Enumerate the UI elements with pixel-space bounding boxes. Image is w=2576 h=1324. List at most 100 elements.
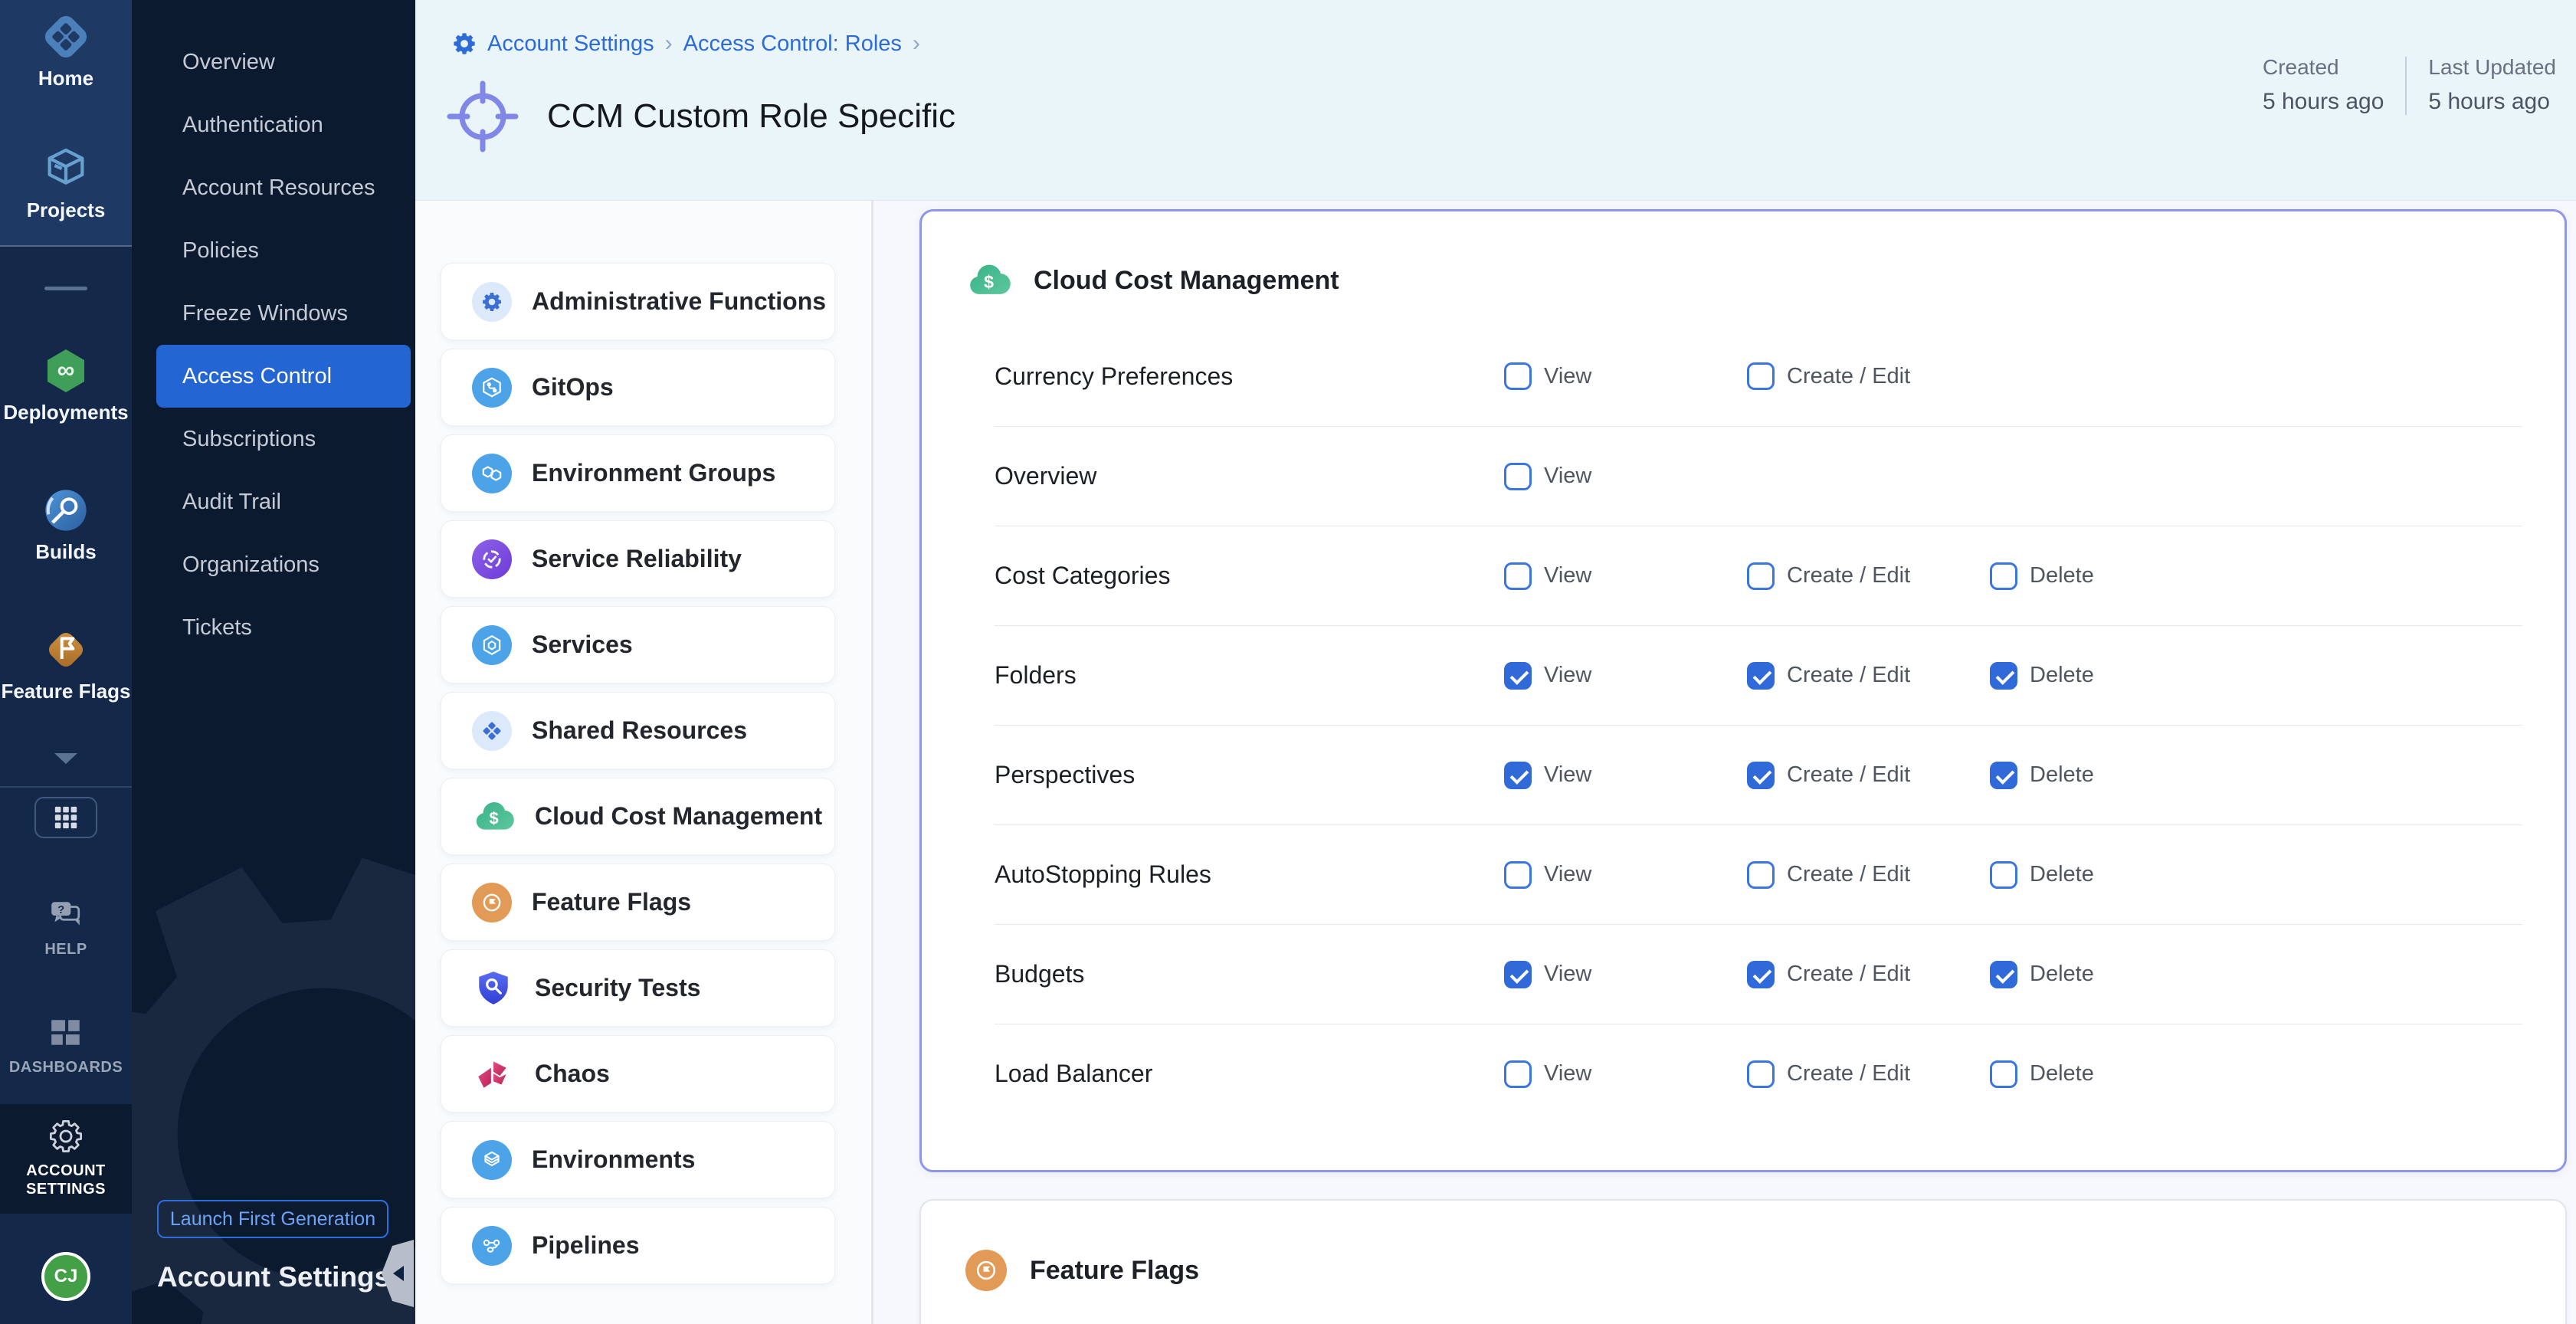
category-icon-wrap xyxy=(472,282,512,322)
permission-row-label: Overview xyxy=(995,462,1504,490)
perm-cell-view: View xyxy=(1504,762,1747,789)
checkbox-delete[interactable] xyxy=(1990,861,2017,889)
category-card-environments[interactable]: Environments xyxy=(441,1121,835,1198)
launch-first-generation-button[interactable]: Launch First Generation xyxy=(157,1200,388,1238)
perm-label: Create / Edit xyxy=(1787,962,1910,987)
category-card-shared-resources[interactable]: Shared Resources xyxy=(441,692,835,769)
category-label: GitOps xyxy=(532,373,614,401)
checkbox-create-edit[interactable] xyxy=(1747,762,1775,789)
rail-item-label: Projects xyxy=(27,198,106,222)
category-icon-wrap xyxy=(472,454,512,493)
permission-row-label: Currency Preferences xyxy=(995,362,1504,391)
checkbox-create-edit[interactable] xyxy=(1747,362,1775,390)
chevron-down-icon[interactable] xyxy=(52,751,80,770)
rail-item-home[interactable]: Home xyxy=(0,12,132,90)
checkbox-create-edit[interactable] xyxy=(1747,562,1775,590)
permission-row-autostopping-rules: AutoStopping RulesViewCreate / EditDelet… xyxy=(995,824,2522,924)
rail-divider-dash xyxy=(44,287,87,290)
checkbox-create-edit[interactable] xyxy=(1747,861,1775,889)
rail-item-deployments[interactable]: ∞ Deployments xyxy=(0,346,132,424)
rail-item-feature-flags[interactable]: Feature Flags xyxy=(0,625,132,703)
perm-label: Delete xyxy=(2030,1061,2094,1086)
checkbox-create-edit[interactable] xyxy=(1747,662,1775,690)
sidebar-item-organizations[interactable]: Organizations xyxy=(132,533,415,596)
rail-item-label: Deployments xyxy=(3,401,128,424)
projects-icon xyxy=(41,144,90,193)
checkbox-delete[interactable] xyxy=(1990,1060,2017,1088)
rail-item-account-settings[interactable]: ACCOUNT SETTINGS xyxy=(0,1104,132,1214)
sidebar-item-audit-trail[interactable]: Audit Trail xyxy=(132,470,415,533)
avatar[interactable]: CJ xyxy=(41,1252,90,1301)
rail-item-projects[interactable]: Projects xyxy=(0,144,132,222)
perm-label: View xyxy=(1544,464,1591,489)
sidebar-item-account-resources[interactable]: Account Resources xyxy=(132,156,415,219)
gear-watermark-icon xyxy=(132,812,415,1324)
sidebar-title: Account Settings xyxy=(157,1261,390,1293)
breadcrumb-account-settings[interactable]: Account Settings xyxy=(487,31,654,57)
sidebar-collapse-button[interactable] xyxy=(380,1240,414,1311)
checkbox-delete[interactable] xyxy=(1990,762,2017,789)
category-card-administrative-functions[interactable]: Administrative Functions xyxy=(441,263,835,340)
category-icon-wrap: $ xyxy=(472,797,515,837)
sidebar-item-access-control[interactable]: Access Control xyxy=(156,345,411,408)
category-card-feature-flags[interactable]: Feature Flags xyxy=(441,864,835,941)
category-card-environment-groups[interactable]: Environment Groups xyxy=(441,434,835,512)
builds-icon xyxy=(41,486,90,535)
perm-cell-delete: Delete xyxy=(1990,961,2233,988)
checkbox-delete[interactable] xyxy=(1990,961,2017,988)
checkbox-delete[interactable] xyxy=(1990,562,2017,590)
checkbox-view[interactable] xyxy=(1504,662,1532,690)
sidebar-item-policies[interactable]: Policies xyxy=(132,219,415,282)
checkbox-view[interactable] xyxy=(1504,362,1532,390)
title-row: CCM Custom Role Specific xyxy=(446,80,955,153)
sidebar-item-overview[interactable]: Overview xyxy=(132,31,415,93)
breadcrumb-access-control-roles[interactable]: Access Control: Roles xyxy=(683,31,902,57)
checkbox-delete[interactable] xyxy=(1990,662,2017,690)
category-card-service-reliability[interactable]: Service Reliability xyxy=(441,520,835,598)
sidebar-item-freeze-windows[interactable]: Freeze Windows xyxy=(132,282,415,345)
perm-label: Delete xyxy=(2030,663,2094,688)
breadcrumb-separator: › xyxy=(665,31,673,57)
category-card-pipelines[interactable]: Pipelines xyxy=(441,1207,835,1284)
content-area: Account Settings › Access Control: Roles… xyxy=(415,0,2576,1324)
category-card-services[interactable]: Services xyxy=(441,606,835,683)
permission-row-label: Load Balancer xyxy=(995,1060,1504,1088)
checkbox-view[interactable] xyxy=(1504,961,1532,988)
sidebar-item-subscriptions[interactable]: Subscriptions xyxy=(132,408,415,470)
category-icon-wrap xyxy=(472,1226,512,1266)
sidebar-item-tickets[interactable]: Tickets xyxy=(132,596,415,659)
module-picker-button[interactable] xyxy=(34,797,97,838)
category-card-cloud-cost-management[interactable]: $Cloud Cost Management xyxy=(441,778,835,855)
last-updated-label: Last Updated xyxy=(2428,55,2556,80)
body-split: Administrative Functions GitOps Environmen… xyxy=(415,201,2576,1324)
category-card-chaos[interactable]: Chaos xyxy=(441,1035,835,1113)
category-icon-wrap xyxy=(965,1250,1007,1291)
rail-item-dashboards[interactable]: DASHBOARDS xyxy=(0,1013,132,1077)
category-card-gitops[interactable]: GitOps xyxy=(441,349,835,426)
apps-grid-icon xyxy=(53,805,79,831)
ccm-cloud-icon: $ xyxy=(473,796,514,837)
help-chat-icon: ? xyxy=(48,897,84,932)
chaos-icon xyxy=(474,1055,513,1093)
perm-cell-create-edit: Create / Edit xyxy=(1747,362,1990,390)
checkbox-view[interactable] xyxy=(1504,1060,1532,1088)
perm-cell-create-edit: Create / Edit xyxy=(1747,662,1990,690)
category-label: Environment Groups xyxy=(532,459,775,487)
svg-text:∞: ∞ xyxy=(57,356,75,383)
checkbox-create-edit[interactable] xyxy=(1747,1060,1775,1088)
rail-item-builds[interactable]: Builds xyxy=(0,486,132,564)
category-card-security-tests[interactable]: Security Tests xyxy=(441,949,835,1027)
checkbox-view[interactable] xyxy=(1504,562,1532,590)
perm-label: Delete xyxy=(2030,962,2094,987)
rail-item-help[interactable]: ?HELP xyxy=(0,895,132,959)
category-label: Pipelines xyxy=(532,1231,640,1260)
checkbox-create-edit[interactable] xyxy=(1747,961,1775,988)
ccm-cloud-icon: $ xyxy=(966,258,1011,303)
category-icon-wrap xyxy=(472,711,512,751)
sidebar-item-authentication[interactable]: Authentication xyxy=(132,93,415,156)
checkbox-view[interactable] xyxy=(1504,463,1532,490)
app-root: Home Projects ∞ Deployments Builds Feature Fl… xyxy=(0,0,2576,1324)
dashboards-grid-icon xyxy=(48,1015,84,1050)
checkbox-view[interactable] xyxy=(1504,762,1532,789)
checkbox-view[interactable] xyxy=(1504,861,1532,889)
